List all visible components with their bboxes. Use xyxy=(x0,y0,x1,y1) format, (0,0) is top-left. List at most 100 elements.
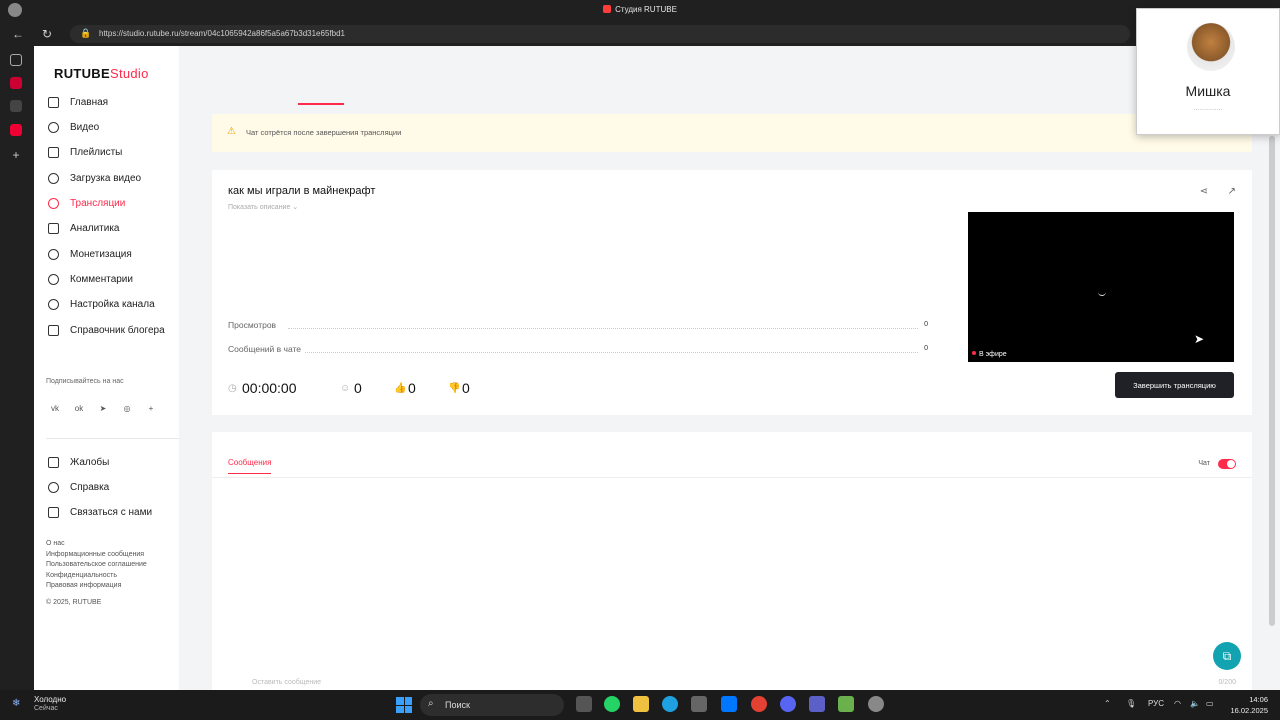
footer-link-info[interactable]: Информационные сообщения xyxy=(46,550,147,561)
reload-icon[interactable]: ↻ xyxy=(39,26,55,42)
footer-link-terms[interactable]: Пользовательское соглашение xyxy=(46,560,147,571)
subscribe-label: Подписывайтесь на нас xyxy=(46,378,124,385)
sidebar-item-label: Настройка канала xyxy=(70,299,155,310)
tab-rail-1-icon[interactable] xyxy=(10,77,22,89)
url-box[interactable]: 🔒 https://studio.rutube.ru/stream/04c106… xyxy=(70,25,1130,43)
tab-rail-3-icon[interactable] xyxy=(10,124,22,136)
sidebar-item-video[interactable]: Видео xyxy=(46,119,176,139)
page-scrollbar[interactable] xyxy=(1269,136,1275,626)
more-social-icon[interactable]: + xyxy=(144,404,158,413)
battery-icon[interactable]: ▭ xyxy=(1206,699,1214,708)
sidebar-item-analytics[interactable]: Аналитика xyxy=(46,220,176,240)
upload-icon xyxy=(48,173,59,184)
avatar[interactable] xyxy=(1187,23,1235,71)
footer-link-about[interactable]: О нас xyxy=(46,539,147,550)
live-badge: В эфире xyxy=(972,351,1007,358)
tab-messages[interactable]: Сообщения xyxy=(228,458,272,474)
sidebar-item-label: Справка xyxy=(70,482,110,493)
sidebar-item-label: Монетизация xyxy=(70,249,132,260)
gutter xyxy=(179,46,212,690)
message-input[interactable]: Оставить сообщение xyxy=(252,679,321,686)
teams-icon[interactable] xyxy=(809,696,825,712)
chat-toggle[interactable] xyxy=(1218,459,1236,469)
clock-icon: ◷ xyxy=(228,383,237,394)
video-player[interactable]: ➤ В эфире xyxy=(968,212,1234,362)
sidebar-item-label: Плейлисты xyxy=(70,147,123,158)
vk-app-icon[interactable] xyxy=(721,696,737,712)
language-indicator[interactable]: РУС xyxy=(1148,699,1164,708)
sidebar-item-label: Аналитика xyxy=(70,223,120,234)
tab-rail-2-icon[interactable] xyxy=(10,100,22,112)
studio-page: RUTUBEStudio Главная Видео Плейлисты Заг… xyxy=(34,46,1280,690)
file-explorer-icon[interactable] xyxy=(633,696,649,712)
rutube-studio-logo[interactable]: RUTUBEStudio xyxy=(54,66,149,81)
sidebar-item-label: Видео xyxy=(70,122,100,133)
vk-icon[interactable]: vk xyxy=(48,404,62,413)
sidebar-item-upload[interactable]: Загрузка видео xyxy=(46,170,176,190)
footer-link-privacy[interactable]: Конфиденциальность xyxy=(46,571,147,582)
share-icon[interactable]: ⋖ xyxy=(1200,186,1208,197)
taskbar-search[interactable]: ⌕ Поиск xyxy=(420,694,564,716)
microphone-icon[interactable]: 🎙 xyxy=(1126,699,1136,708)
lock-icon: 🔒 xyxy=(80,28,92,38)
copyright: © 2025, RUTUBE xyxy=(46,598,102,606)
viber-icon[interactable]: ◎ xyxy=(120,404,134,413)
timer-value: 00:00:00 xyxy=(242,380,297,396)
profile-subtext: ............... xyxy=(1193,105,1223,112)
wifi-icon[interactable]: ◠ xyxy=(1174,699,1181,708)
browser-side-rail: + xyxy=(0,46,34,690)
sidebar-divider xyxy=(46,438,179,439)
new-tab-icon[interactable]: + xyxy=(10,149,22,161)
stat-label: Просмотров xyxy=(228,320,281,330)
edge-icon[interactable] xyxy=(662,696,678,712)
volume-icon[interactable]: 🔈 xyxy=(1190,699,1200,708)
sidebar-item-blogger-guide[interactable]: Справочник блогера xyxy=(46,322,176,342)
sidebar-item-channel-settings[interactable]: Настройка канала xyxy=(46,296,176,316)
sidebar-item-monetization[interactable]: Монетизация xyxy=(46,246,176,266)
app-icon[interactable] xyxy=(691,696,707,712)
obs-icon[interactable] xyxy=(868,696,884,712)
sidebar-item-complaints[interactable]: Жалобы xyxy=(46,454,176,474)
stat-dots xyxy=(288,352,918,353)
dislike-icon: 👎 xyxy=(448,383,461,394)
like-icon: 👍 xyxy=(394,383,407,394)
logo-studio: Studio xyxy=(109,66,149,81)
video-icon xyxy=(48,122,59,133)
end-stream-button[interactable]: Завершить трансляцию xyxy=(1115,372,1234,398)
stat-dots xyxy=(288,328,918,329)
telegram-icon[interactable]: ➤ xyxy=(96,404,110,413)
sidebar-item-contact[interactable]: Связаться с нами xyxy=(46,504,176,524)
chat-toggle-label: Чат xyxy=(1198,460,1210,467)
likes-value: 0 xyxy=(408,380,416,396)
task-view-icon[interactable] xyxy=(576,696,592,712)
support-chat-button[interactable]: ⧉ xyxy=(1213,642,1241,670)
clock-time: 14:06 xyxy=(1249,695,1268,704)
sidebar-item-home[interactable]: Главная xyxy=(46,94,176,114)
ok-icon[interactable]: ok xyxy=(72,404,86,413)
sidebar-item-help[interactable]: Справка xyxy=(46,479,176,499)
sidebar-item-label: Жалобы xyxy=(70,457,110,468)
viewers-icon: ☺ xyxy=(340,383,351,394)
minecraft-icon[interactable] xyxy=(838,696,854,712)
discord-icon[interactable] xyxy=(780,696,796,712)
message-counter: 0/200 xyxy=(1218,679,1236,686)
sidebar-item-comments[interactable]: Комментарии xyxy=(46,271,176,291)
external-link-icon[interactable]: ↗ xyxy=(1228,186,1236,197)
tray-chevron-icon[interactable]: ⌃ xyxy=(1104,699,1111,708)
footer-link-legal[interactable]: Правовая информация xyxy=(46,581,147,592)
taskbar: ❄ Холодно Сейчас ⌕ Поиск ⌃ 🎙 РУС ◠ 🔈 ▭ 1… xyxy=(0,690,1280,720)
stat-row-chat-messages: Сообщений в чате 0 xyxy=(228,344,928,356)
profile-popup: Мишка ............... xyxy=(1136,8,1280,135)
clock[interactable]: 14:06 16.02.2025 xyxy=(1222,694,1268,716)
chrome-icon[interactable] xyxy=(751,696,767,712)
whatsapp-icon[interactable] xyxy=(604,696,620,712)
show-description-toggle[interactable]: Показать описание ⌄ xyxy=(228,203,298,211)
weather-title: Холодно xyxy=(34,695,67,704)
sidebar-item-label: Комментарии xyxy=(70,274,133,285)
tabs-icon[interactable] xyxy=(10,54,22,66)
url-text[interactable]: https://studio.rutube.ru/stream/04c10659… xyxy=(99,29,345,38)
sidebar-item-playlists[interactable]: Плейлисты xyxy=(46,144,176,164)
start-button-icon[interactable] xyxy=(396,697,412,713)
sidebar-item-broadcasts[interactable]: Трансляции xyxy=(46,195,176,215)
back-icon[interactable]: ← xyxy=(10,26,26,42)
